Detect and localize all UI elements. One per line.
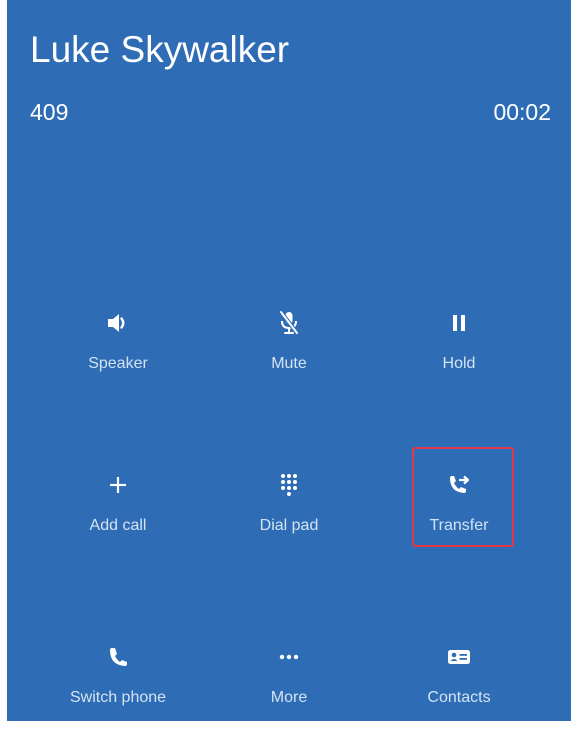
caller-name: Luke Skywalker [30, 29, 290, 70]
pause-icon [444, 308, 474, 338]
add-call-label: Add call [89, 517, 147, 534]
more-label: More [270, 689, 308, 706]
hold-button[interactable]: Hold [384, 300, 534, 390]
contact-card-icon [444, 642, 474, 672]
switch-phone-button[interactable]: Switch phone [43, 634, 193, 721]
call-panel: Luke Skywalker 409 00:02 Speaker Mute Ho… [7, 0, 571, 721]
mute-button[interactable]: Mute [214, 300, 364, 390]
speaker-label: Speaker [88, 355, 148, 372]
contacts-label: Contacts [427, 689, 491, 706]
hold-label: Hold [442, 355, 476, 372]
contacts-button[interactable]: Contacts [384, 634, 534, 721]
switch-phone-label: Switch phone [69, 689, 167, 706]
transfer-button[interactable]: Transfer [384, 462, 534, 552]
mute-label: Mute [271, 355, 307, 372]
speaker-button[interactable]: Speaker [43, 300, 193, 390]
plus-icon [103, 470, 133, 500]
dialpad-icon [274, 470, 304, 500]
speaker-icon [103, 308, 133, 338]
caller-number: 409 [30, 99, 69, 125]
dial-pad-label: Dial pad [259, 517, 319, 534]
call-timer: 00:02 [493, 99, 551, 125]
screen: Luke Skywalker 409 00:02 Speaker Mute Ho… [0, 0, 578, 729]
dial-pad-button[interactable]: Dial pad [214, 462, 364, 552]
more-button[interactable]: More [214, 634, 364, 721]
phone-icon [103, 642, 133, 672]
phone-forward-icon [444, 470, 474, 500]
more-horizontal-icon [274, 642, 304, 672]
add-call-button[interactable]: Add call [43, 462, 193, 552]
transfer-label: Transfer [429, 517, 489, 534]
microphone-off-icon [274, 308, 304, 338]
